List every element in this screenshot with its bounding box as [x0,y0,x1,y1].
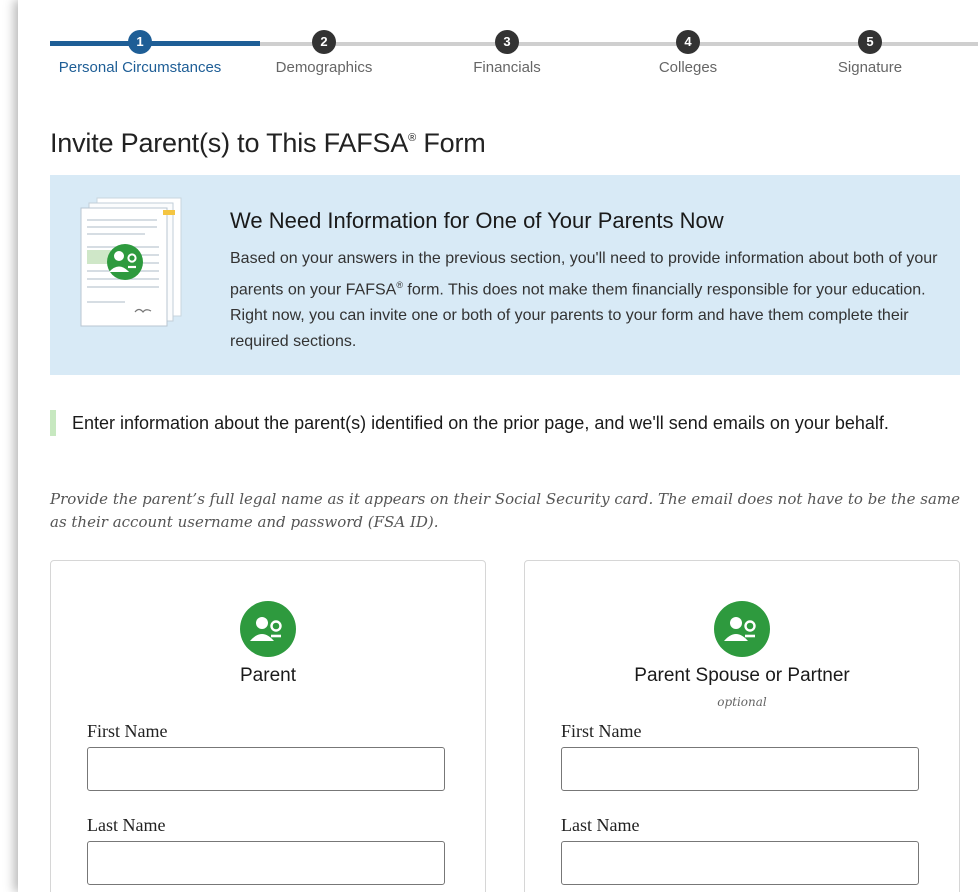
spouse-first-name-input[interactable] [561,747,919,791]
page-title-text: Invite Parent(s) to This FAFSA [50,128,409,158]
step-number: 3 [495,30,519,54]
step-personal-circumstances[interactable]: 1 Personal Circumstances [50,30,230,76]
spouse-last-name-input[interactable] [561,841,919,885]
step-number: 5 [858,30,882,54]
info-banner: We Need Information for One of Your Pare… [50,175,960,375]
step-signature[interactable]: 5 Signature [780,30,960,76]
step-label: Colleges [658,59,718,76]
first-name-label: First Name [561,721,642,741]
step-label: Personal Circumstances [58,59,222,76]
parent-card: Parent First Name Last Name [50,560,486,892]
fafsa-page: 1 Personal Circumstances 2 Demographics … [18,0,978,892]
step-number: 2 [312,30,336,54]
step-number: 4 [676,30,700,54]
step-label: Demographics [275,59,373,76]
parent-spouse-card: Parent Spouse or Partner optional First … [524,560,960,892]
card-title: Parent [240,665,296,686]
helper-text: Provide the parent’s full legal name as … [50,490,961,531]
parent-last-name-input[interactable] [87,841,445,885]
step-label: Financials [473,59,541,76]
progress-stepper: 1 Personal Circumstances 2 Demographics … [18,0,978,90]
last-name-label: Last Name [87,815,166,835]
person-add-icon [240,601,296,657]
banner-heading: We Need Information for One of Your Pare… [230,208,724,233]
instruction-callout: Enter information about the parent(s) id… [50,410,932,436]
step-colleges[interactable]: 4 Colleges [598,30,778,76]
registered-mark: ® [396,280,403,290]
page-title-suffix: Form [416,128,486,158]
registered-mark: ® [408,132,417,144]
page-title: Invite Parent(s) to This FAFSA® Form [50,128,486,159]
banner-body: Based on your answers in the previous se… [230,246,948,355]
step-label: Signature [837,59,903,76]
parent-first-name-input[interactable] [87,747,445,791]
step-number: 1 [128,30,152,54]
optional-label: optional [717,695,767,709]
card-title: Parent Spouse or Partner [634,665,850,686]
step-demographics[interactable]: 2 Demographics [234,30,414,76]
first-name-label: First Name [87,721,168,741]
last-name-label: Last Name [561,815,640,835]
step-financials[interactable]: 3 Financials [417,30,597,76]
document-with-person-icon [80,197,182,327]
person-add-icon [714,601,770,657]
